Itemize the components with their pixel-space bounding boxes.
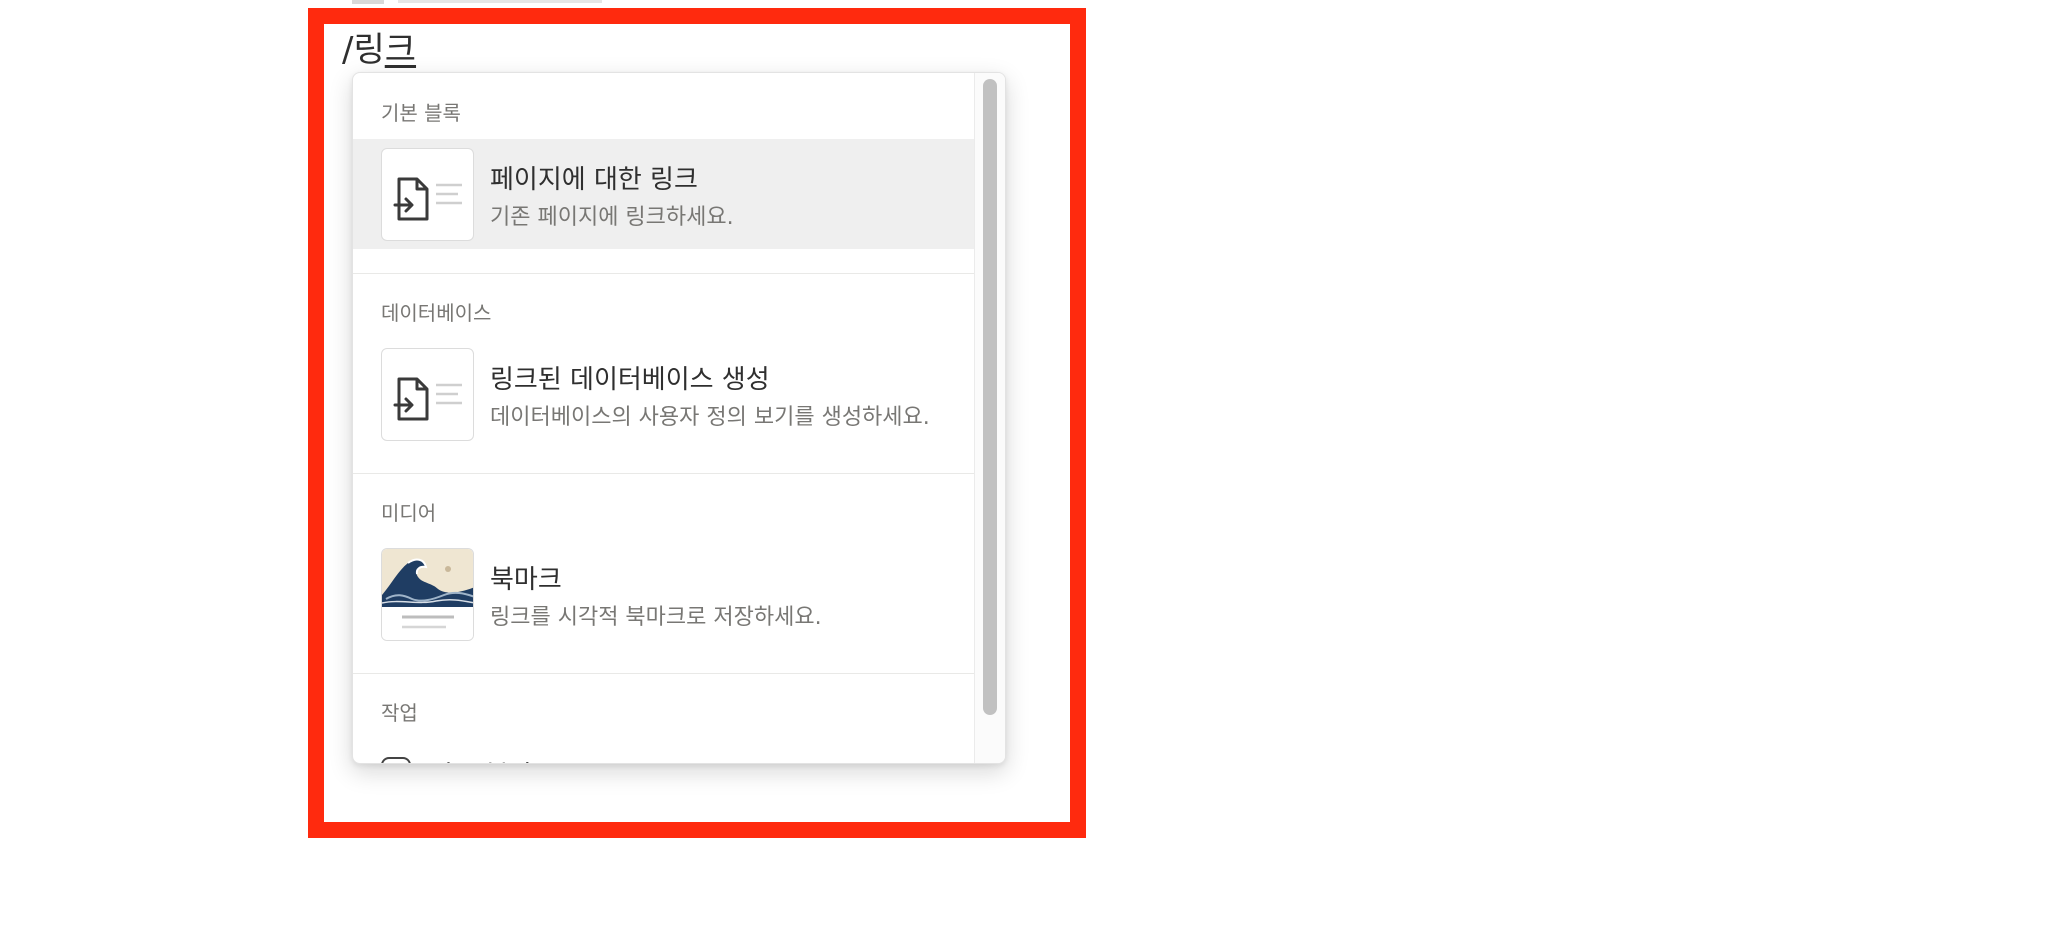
page-link-icon [381,148,474,241]
section-label-database: 데이터베이스 [381,301,492,325]
slash-command-menu: 기본 블록 페이지에 대한 링크 기존 페이지에 링크하세요. 데이터베이스 링… [352,72,1006,764]
menu-item-linked-database[interactable]: 링크된 데이터베이스 생성 데이터베이스의 사용자 정의 보기를 생성하세요. [353,339,974,449]
toolbar-fragment [352,0,384,4]
menu-item-bookmark[interactable]: 북마크 링크를 시각적 북마크로 저장하세요. [353,539,974,649]
scrollbar-track[interactable] [974,73,1005,763]
menu-item-copy-link[interactable]: 링크 복사 [429,755,533,763]
menu-item-description: 기존 페이지에 링크하세요. [490,205,734,230]
section-label-actions: 작업 [381,701,418,725]
slash-command-input[interactable]: /링크 [342,22,416,71]
slash-command-composing-char: 크 [384,30,417,70]
scrollbar-thumb[interactable] [983,79,997,715]
link-icon [381,757,411,763]
bookmark-wave-thumbnail [381,548,474,641]
slash-command-prefix: /링 [342,30,385,70]
menu-item-title: 페이지에 대한 링크 [490,165,698,195]
section-divider [353,673,974,674]
section-label-media: 미디어 [381,501,437,525]
menu-item-description: 링크를 시각적 북마크로 저장하세요. [490,605,822,630]
menu-item-title: 링크된 데이터베이스 생성 [490,365,770,395]
section-label-basic-blocks: 기본 블록 [381,101,461,125]
menu-item-description: 데이터베이스의 사용자 정의 보기를 생성하세요. [490,405,930,430]
section-divider [353,273,974,274]
screen: /링크 기본 블록 페이지에 대한 링크 기존 페이지에 링크하세요. 데이터베… [0,0,2056,926]
linked-database-icon [381,348,474,441]
menu-scroll-area[interactable]: 기본 블록 페이지에 대한 링크 기존 페이지에 링크하세요. 데이터베이스 링… [353,73,974,763]
menu-item-link-to-page[interactable]: 페이지에 대한 링크 기존 페이지에 링크하세요. [353,139,974,249]
toolbar-fragment [398,0,602,3]
section-divider [353,473,974,474]
menu-item-title: 북마크 [490,565,562,595]
